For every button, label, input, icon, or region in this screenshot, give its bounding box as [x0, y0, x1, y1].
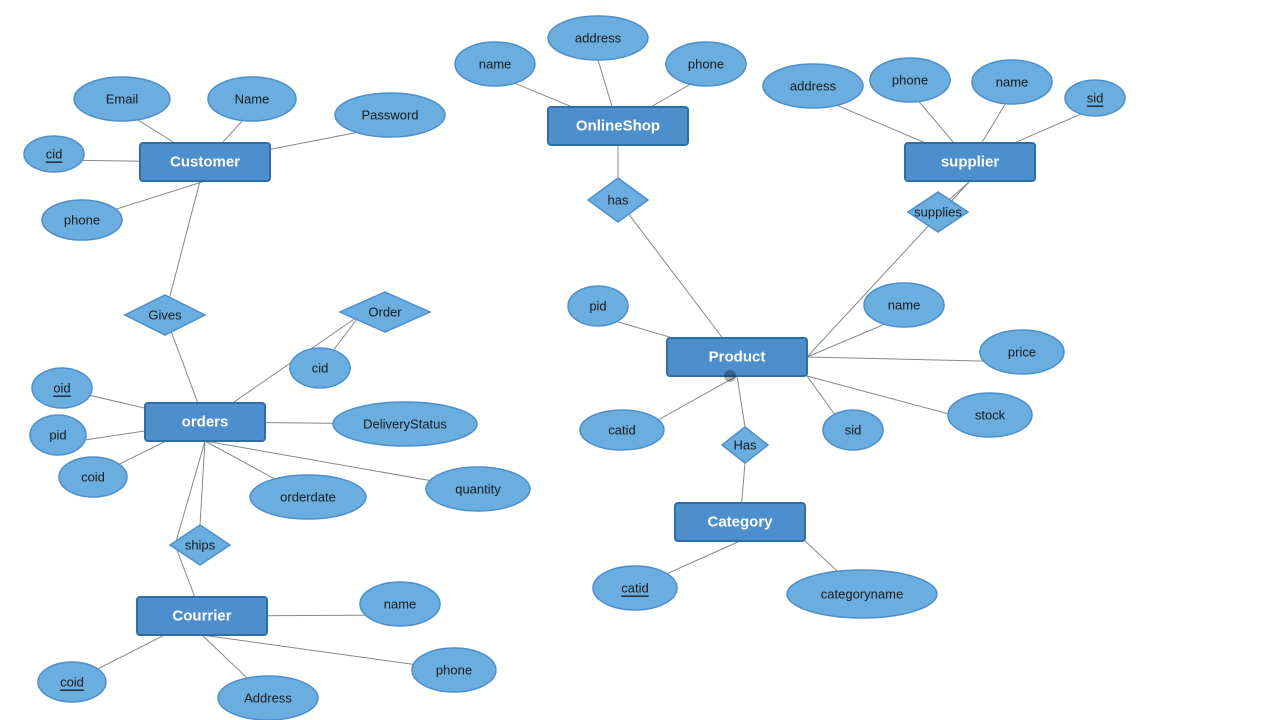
relationship-gives-label: Gives	[148, 308, 182, 323]
attr-cour-coid-label: coid	[60, 675, 84, 690]
attr-ord-oid-label: oid	[53, 381, 70, 396]
attr-cour-name-label: name	[384, 597, 417, 612]
attr-cour-phone-label: phone	[436, 663, 472, 678]
attr-name-label: Name	[235, 92, 270, 107]
cursor	[724, 370, 736, 382]
attr-ord-cid-label: cid	[312, 361, 329, 376]
entity-product-label: Product	[709, 349, 766, 366]
attr-cat-catname-label: categoryname	[821, 587, 903, 602]
attr-prod-pid-label: pid	[589, 299, 606, 314]
attr-ord-pid-label: pid	[49, 428, 66, 443]
entity-category-label: Category	[707, 514, 773, 531]
relationship-order-label: Order	[368, 305, 402, 320]
attr-sup-name-label: name	[996, 75, 1029, 90]
attr-ord-quantity-label: quantity	[455, 482, 501, 497]
entity-customer-label: Customer	[170, 154, 240, 171]
entity-supplier-label: supplier	[941, 154, 1000, 171]
relationship-ships-label: ships	[185, 538, 216, 553]
attr-sup-address-label: address	[790, 79, 837, 94]
attr-cat-catid-label: catid	[621, 581, 648, 596]
relationship-has-label: has	[608, 193, 629, 208]
er-diagram: Email Name Password cid phone address na…	[0, 0, 1280, 720]
attr-sup-sid-label: sid	[1087, 91, 1104, 106]
attr-prod-price-label: price	[1008, 345, 1036, 360]
attr-prod-sid-label: sid	[845, 423, 862, 438]
attr-cid-label: cid	[46, 147, 63, 162]
attr-shop-address-label: address	[575, 31, 622, 46]
attr-prod-stock-label: stock	[975, 408, 1006, 423]
relationship-supplies-label: supplies	[914, 205, 962, 220]
attr-prod-name-label: name	[888, 298, 921, 313]
entity-onlineshop-label: OnlineShop	[576, 118, 660, 135]
entity-courrier-label: Courrier	[172, 608, 231, 625]
attr-password-label: Password	[361, 108, 418, 123]
relationship-product-has-label: Has	[733, 438, 757, 453]
attr-ord-coid-label: coid	[81, 470, 105, 485]
attr-sup-phone-label: phone	[892, 73, 928, 88]
attr-shop-name-label: name	[479, 57, 512, 72]
attr-email-label: Email	[106, 92, 139, 107]
attr-phone-label: phone	[64, 213, 100, 228]
attr-cour-address-label: Address	[244, 691, 292, 706]
attr-shop-phone-label: phone	[688, 57, 724, 72]
attr-ord-delivstatus-label: DeliveryStatus	[363, 417, 447, 432]
entity-orders-label: orders	[182, 414, 229, 431]
attr-prod-catid-label: catid	[608, 423, 635, 438]
attr-ord-orderdate-label: orderdate	[280, 490, 336, 505]
